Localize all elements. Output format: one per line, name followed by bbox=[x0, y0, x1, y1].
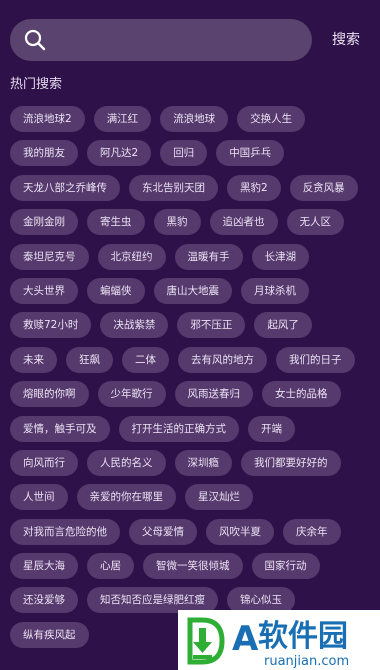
hot-search-tag[interactable]: 回归 bbox=[160, 140, 208, 167]
hot-search-tag[interactable]: 起风了 bbox=[254, 312, 312, 339]
tag-row: 泰坦尼克号 北京纽约 温暖有手 长津湖 bbox=[10, 243, 370, 270]
hot-search-tag[interactable]: 天龙八部之乔峰传 bbox=[10, 174, 120, 201]
hot-search-tag[interactable]: 父母爱情 bbox=[129, 518, 197, 545]
watermark: A 软件园 ruanjian.com bbox=[178, 610, 380, 670]
tag-row: 大头世界 蝙蝠侠 唐山大地震 月球杀机 bbox=[10, 277, 370, 304]
hot-search-tag[interactable]: 还没爱够 bbox=[10, 587, 78, 614]
hot-search-tag[interactable]: 寄生虫 bbox=[87, 209, 145, 236]
hot-search-tag[interactable]: 中国乒乓 bbox=[216, 140, 285, 167]
hot-search-tag[interactable]: 唐山大地震 bbox=[153, 277, 232, 304]
tag-row: 我的朋友 阿凡达2 回归 中国乒乓 bbox=[10, 140, 370, 167]
hot-search-tag[interactable]: 决战紫禁 bbox=[100, 312, 169, 339]
tag-row: 未来 狂飙 二体 去有风的地方 我们的日子 bbox=[10, 346, 370, 373]
hot-search-title: 热门搜索 bbox=[10, 77, 63, 92]
hot-search-tag[interactable]: 熔眼的你啊 bbox=[10, 381, 89, 408]
hot-search-tag[interactable]: 温暖有手 bbox=[174, 243, 243, 270]
hot-search-tag[interactable]: 打开生活的正确方式 bbox=[118, 415, 239, 442]
hot-search-tag[interactable]: 追凶者也 bbox=[209, 209, 278, 236]
search-button[interactable]: 搜索 bbox=[332, 29, 370, 51]
tag-row: 向风而行 人民的名义 深圳瘾 我们都要好好的 bbox=[10, 449, 370, 476]
hot-search-tag[interactable]: 我们都要好好的 bbox=[241, 449, 341, 476]
hot-search-tag[interactable]: 爱情，触手可及 bbox=[10, 415, 110, 442]
hot-search-tag[interactable]: 黑豹2 bbox=[227, 174, 281, 201]
hot-search-tag[interactable]: 亲爱的你在哪里 bbox=[76, 484, 176, 511]
hot-search-tag[interactable]: 蝙蝠侠 bbox=[87, 277, 145, 304]
hot-search-tag[interactable]: 对我而言危险的他 bbox=[10, 518, 120, 545]
hot-search-tag[interactable]: 风吹半夏 bbox=[206, 518, 274, 545]
hot-search-tag[interactable]: 纵有疾风起 bbox=[10, 621, 89, 648]
hot-search-tag[interactable]: 智微一笑很倾城 bbox=[143, 553, 243, 580]
hot-search-tag[interactable]: 二体 bbox=[122, 346, 169, 373]
watermark-letter: A bbox=[232, 619, 259, 659]
tag-row: 流浪地球2 满江红 流浪地球 交换人生 bbox=[10, 106, 370, 132]
hot-search-tag[interactable]: 流浪地球2 bbox=[10, 106, 85, 132]
search-icon[interactable] bbox=[24, 29, 46, 51]
hot-search-tag[interactable]: 反贪风暴 bbox=[289, 174, 358, 201]
hot-search-tag[interactable]: 向风而行 bbox=[10, 449, 78, 476]
watermark-brand-text: 软件园 bbox=[258, 619, 348, 654]
download-logo-icon bbox=[187, 617, 225, 665]
hot-search-tag[interactable]: 我的朋友 bbox=[10, 140, 78, 167]
hot-search-tag[interactable]: 我们的日子 bbox=[276, 346, 355, 373]
hot-search-tag[interactable]: 泰坦尼克号 bbox=[10, 243, 89, 270]
hot-search-tag[interactable]: 心居 bbox=[87, 553, 134, 580]
hot-search-tag[interactable]: 阿凡达2 bbox=[87, 140, 152, 167]
hot-search-tag[interactable]: 狂飙 bbox=[66, 346, 113, 373]
hot-search-tag[interactable]: 女士的品格 bbox=[262, 381, 341, 408]
hot-search-tag[interactable]: 开端 bbox=[248, 415, 295, 442]
hot-search-tag[interactable]: 人民的名义 bbox=[87, 449, 166, 476]
hot-search-tags: 流浪地球2 满江红 流浪地球 交换人生我的朋友 阿凡达2 回归 中国乒乓天龙八部之乔峰传 东北… bbox=[10, 106, 370, 656]
watermark-url: ruanjian.com bbox=[264, 654, 349, 669]
hot-search-tag[interactable]: 邪不压正 bbox=[177, 312, 246, 339]
search-box[interactable] bbox=[10, 19, 312, 61]
hot-search-tag[interactable]: 东北告别天团 bbox=[129, 174, 218, 201]
hot-search-tag[interactable]: 黑豹 bbox=[153, 209, 201, 236]
hot-search-tag[interactable]: 未来 bbox=[10, 346, 57, 373]
hot-search-tag[interactable]: 满江红 bbox=[93, 106, 152, 132]
hot-search-tag[interactable]: 交换人生 bbox=[237, 106, 306, 132]
hot-search-tag[interactable]: 长津湖 bbox=[251, 243, 309, 270]
hot-search-tag[interactable]: 北京纽约 bbox=[97, 243, 166, 270]
search-bar: 搜索 bbox=[10, 19, 370, 61]
hot-search-tag[interactable]: 流浪地球 bbox=[160, 106, 229, 132]
tag-row: 爱情，触手可及 打开生活的正确方式 开端 bbox=[10, 415, 370, 442]
hot-search-tag[interactable]: 大头世界 bbox=[10, 277, 78, 304]
hot-search-tag[interactable]: 月球杀机 bbox=[241, 277, 309, 304]
tag-row: 熔眼的你啊 少年歌行 风雨送春归 女士的品格 bbox=[10, 381, 370, 408]
hot-search-tag[interactable]: 星汉灿烂 bbox=[185, 484, 253, 511]
hot-search-tag[interactable]: 风雨送春归 bbox=[174, 381, 253, 408]
hot-search-tag[interactable]: 去有风的地方 bbox=[178, 346, 267, 373]
hot-search-tag[interactable]: 无人区 bbox=[286, 209, 344, 236]
hot-search-tag[interactable]: 金刚金刚 bbox=[10, 209, 78, 236]
tag-row: 人世间 亲爱的你在哪里 星汉灿烂 bbox=[10, 484, 370, 511]
search-input[interactable] bbox=[54, 25, 304, 57]
hot-search-tag[interactable]: 救赎72小时 bbox=[10, 312, 92, 339]
hot-search-tag[interactable]: 国家行动 bbox=[251, 553, 320, 580]
hot-search-tag[interactable]: 庆余年 bbox=[283, 518, 341, 545]
hot-search-tag[interactable]: 深圳瘾 bbox=[174, 449, 232, 476]
tag-row: 金刚金刚 寄生虫 黑豹 追凶者也 无人区 bbox=[10, 209, 370, 236]
hot-search-tag[interactable]: 人世间 bbox=[10, 484, 68, 511]
tag-row: 星辰大海 心居 智微一笑很倾城 国家行动 bbox=[10, 553, 370, 580]
tag-row: 天龙八部之乔峰传 东北告别天团 黑豹2 反贪风暴 bbox=[10, 174, 370, 201]
hot-search-tag[interactable]: 少年歌行 bbox=[97, 381, 166, 408]
tag-row: 救赎72小时 决战紫禁 邪不压正 起风了 bbox=[10, 312, 370, 339]
hot-search-tag[interactable]: 星辰大海 bbox=[10, 553, 78, 580]
tag-row: 对我而言危险的他 父母爱情 风吹半夏 庆余年 bbox=[10, 518, 370, 545]
